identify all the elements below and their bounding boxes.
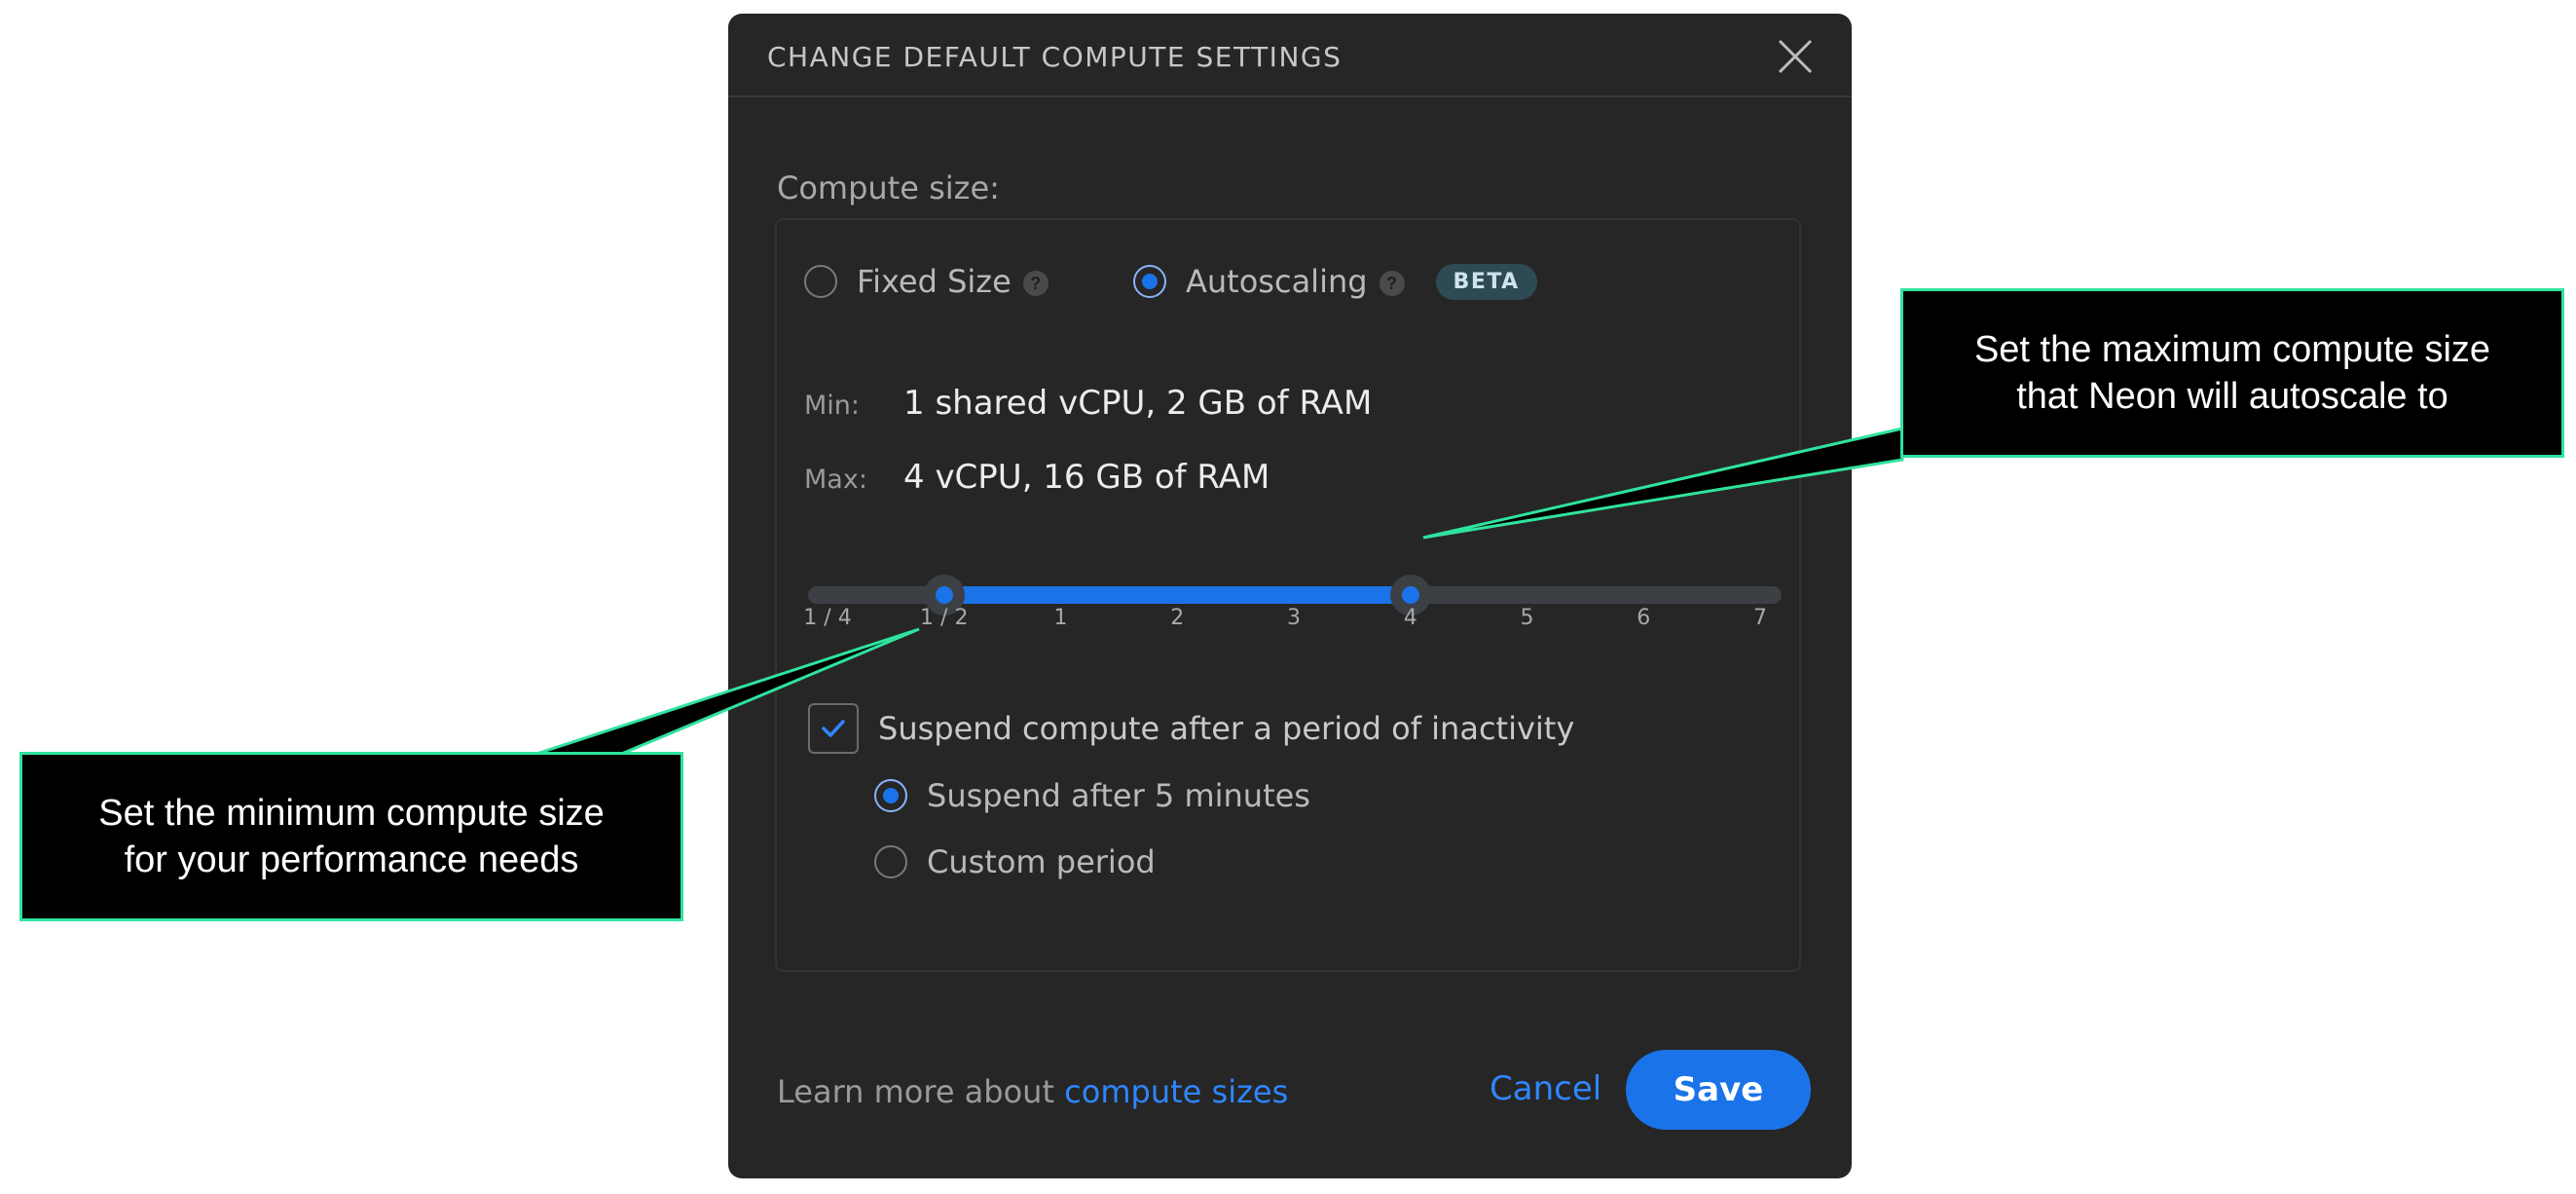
slider-tick-label: 3 bbox=[1287, 606, 1301, 630]
slider-tick-label: 1 / 4 bbox=[803, 606, 852, 630]
autoscaling-radio[interactable] bbox=[1133, 265, 1166, 298]
suspend-5-min-label: Suspend after 5 minutes bbox=[927, 777, 1310, 814]
suspend-checkbox[interactable] bbox=[808, 703, 859, 754]
slider-tick-label: 7 bbox=[1753, 606, 1767, 630]
autoscaling-label: Autoscaling bbox=[1186, 263, 1368, 300]
custom-period-radio[interactable] bbox=[874, 845, 907, 878]
max-spec-row: Max: 4 vCPU, 16 GB of RAM bbox=[804, 458, 1270, 497]
compute-size-label: Compute size: bbox=[777, 169, 1000, 206]
suspend-5-min-option[interactable]: Suspend after 5 minutes bbox=[874, 777, 1310, 814]
compute-settings-dialog: CHANGE DEFAULT COMPUTE SETTINGS Compute … bbox=[728, 14, 1852, 1178]
fixed-size-option[interactable]: Fixed Size ? bbox=[804, 263, 1049, 300]
max-value: 4 vCPU, 16 GB of RAM bbox=[903, 458, 1270, 497]
learn-more-prefix: Learn more about bbox=[777, 1073, 1065, 1110]
compute-sizes-link[interactable]: compute sizes bbox=[1064, 1073, 1288, 1110]
slider-tick-label: 1 bbox=[1053, 606, 1068, 630]
min-callout-text: Set the minimum compute size for your pe… bbox=[98, 793, 605, 880]
min-key: Min: bbox=[804, 391, 861, 421]
fixed-size-label: Fixed Size bbox=[857, 263, 1012, 300]
fixed-size-radio[interactable] bbox=[804, 265, 837, 298]
suspend-label: Suspend compute after a period of inacti… bbox=[878, 710, 1575, 747]
custom-period-label: Custom period bbox=[927, 843, 1156, 880]
learn-more-text: Learn more about compute sizes bbox=[777, 1073, 1288, 1110]
slider-tick-label: 5 bbox=[1520, 606, 1534, 630]
slider-tick-label: 4 bbox=[1403, 606, 1417, 630]
suspend-compute-option[interactable]: Suspend compute after a period of inacti… bbox=[808, 703, 1574, 754]
close-button[interactable] bbox=[1772, 33, 1819, 80]
min-compute-callout: Set the minimum compute size for your pe… bbox=[19, 752, 683, 921]
custom-period-option[interactable]: Custom period bbox=[874, 843, 1156, 880]
dialog-header: CHANGE DEFAULT COMPUTE SETTINGS bbox=[728, 14, 1852, 97]
save-button[interactable]: Save bbox=[1626, 1050, 1811, 1130]
slider-tick-label: 6 bbox=[1637, 606, 1651, 630]
fixed-size-help-icon[interactable]: ? bbox=[1022, 271, 1049, 296]
cancel-button[interactable]: Cancel bbox=[1490, 1069, 1601, 1108]
max-callout-text: Set the maximum compute size that Neon w… bbox=[1973, 329, 2491, 417]
beta-badge: BETA bbox=[1435, 263, 1537, 300]
close-icon bbox=[1778, 39, 1813, 74]
suspend-5-min-radio[interactable] bbox=[874, 779, 907, 812]
dialog-title: CHANGE DEFAULT COMPUTE SETTINGS bbox=[767, 41, 1343, 73]
max-key: Max: bbox=[804, 465, 867, 495]
autoscaling-help-icon[interactable]: ? bbox=[1379, 271, 1405, 296]
max-compute-callout: Set the maximum compute size that Neon w… bbox=[1900, 288, 2564, 458]
slider-selected-range bbox=[943, 586, 1411, 604]
min-value: 1 shared vCPU, 2 GB of RAM bbox=[903, 384, 1373, 423]
autoscaling-option[interactable]: Autoscaling ? BETA bbox=[1133, 263, 1537, 300]
checkmark-icon bbox=[822, 720, 845, 737]
slider-tick-label: 2 bbox=[1170, 606, 1185, 630]
slider-tick-label: 1 / 2 bbox=[920, 606, 969, 630]
min-spec-row: Min: 1 shared vCPU, 2 GB of RAM bbox=[804, 384, 1372, 423]
